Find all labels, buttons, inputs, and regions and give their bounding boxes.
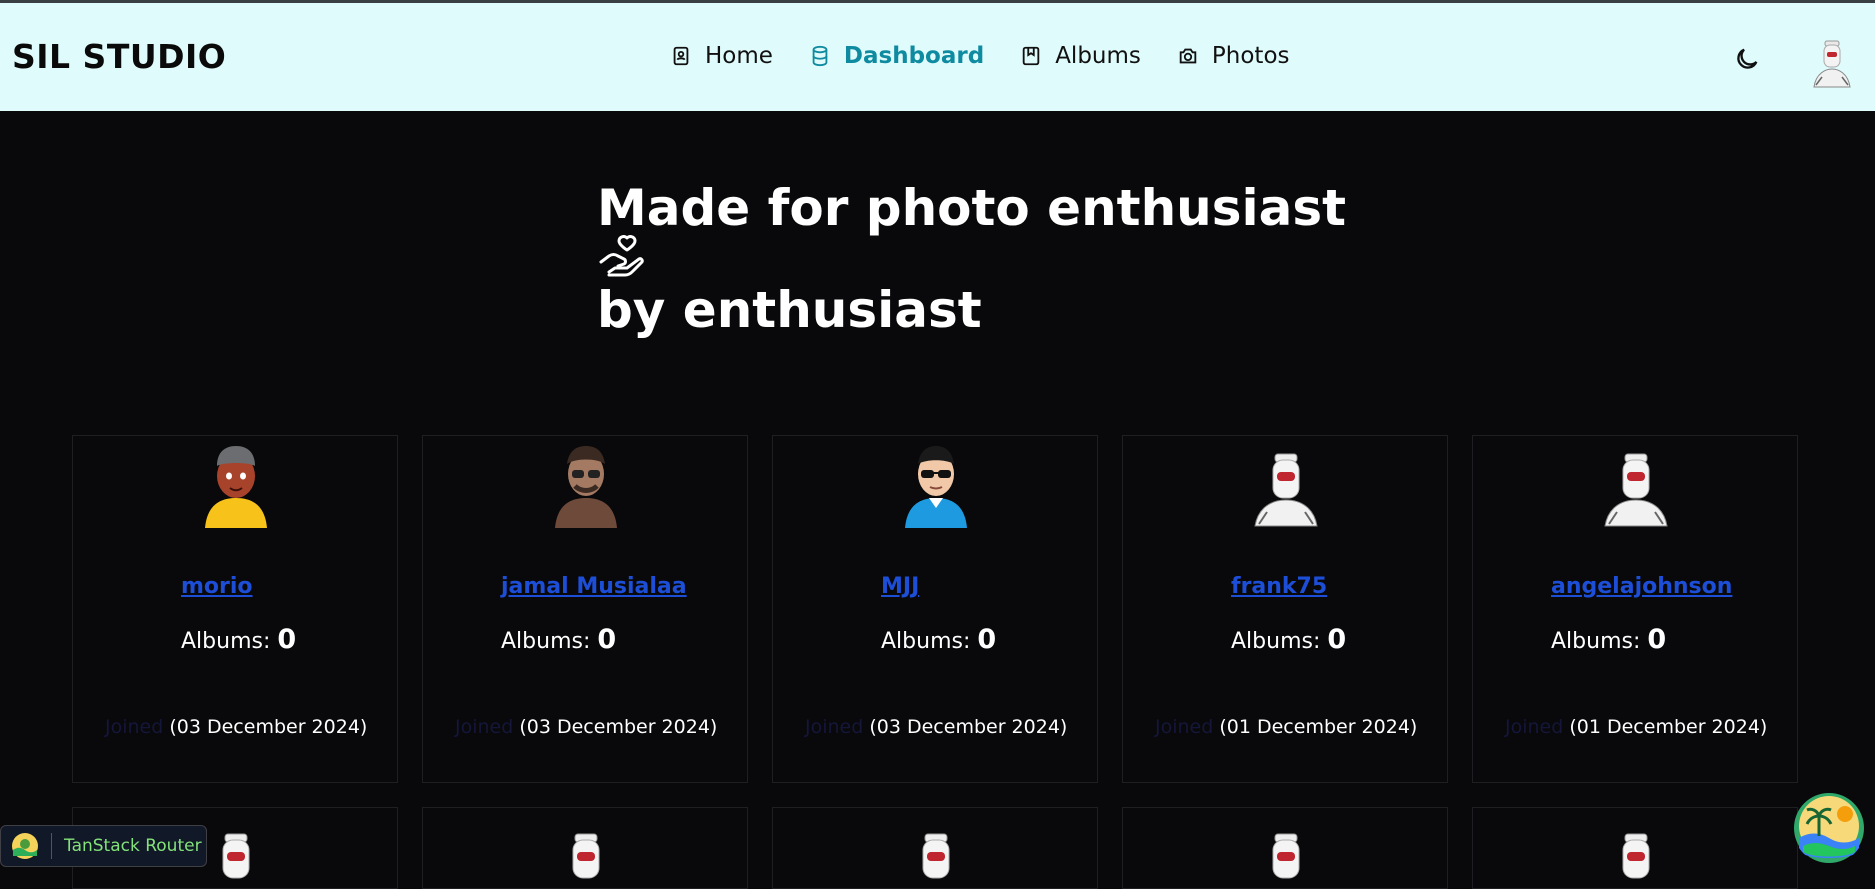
tanstack-devtools-toggle[interactable]: TanStack Router bbox=[0, 825, 207, 867]
moon-icon[interactable] bbox=[1733, 45, 1761, 73]
nav-home-label: Home bbox=[705, 43, 773, 69]
joined-value: (03 December 2024) bbox=[519, 716, 718, 738]
nav-home[interactable]: Home bbox=[670, 43, 773, 69]
nav-albums[interactable]: Albums bbox=[1020, 43, 1141, 69]
joined-date: Joined (01 December 2024) bbox=[1155, 716, 1417, 738]
albums-number: 0 bbox=[597, 624, 617, 655]
user-card bbox=[772, 807, 1098, 889]
albums-count: Albums: 0 bbox=[181, 624, 296, 655]
user-avatar-image bbox=[922, 833, 950, 879]
hero-heading: Made for photo enthusiast by enthusiast bbox=[597, 176, 1346, 342]
albums-count: Albums: 0 bbox=[1551, 624, 1666, 655]
user-card: MJJ Albums: 0 Joined (03 December 2024) bbox=[772, 435, 1098, 783]
joined-date: Joined (01 December 2024) bbox=[1505, 716, 1767, 738]
contact-book-icon bbox=[673, 46, 689, 66]
joined-date: Joined (03 December 2024) bbox=[455, 716, 717, 738]
nav-dashboard-label: Dashboard bbox=[843, 43, 985, 69]
hero-line-1: Made for photo enthusiast bbox=[597, 179, 1347, 237]
user-name-link[interactable]: frank75 bbox=[1231, 574, 1327, 599]
joined-date: Joined (03 December 2024) bbox=[105, 716, 367, 738]
nav-photos-label: Photos bbox=[1211, 43, 1290, 69]
albums-label: Albums: bbox=[1551, 629, 1641, 654]
user-avatar-image bbox=[1272, 833, 1300, 879]
database-icon bbox=[812, 45, 828, 67]
albums-number: 0 bbox=[277, 624, 297, 655]
joined-value: (01 December 2024) bbox=[1219, 716, 1418, 738]
user-avatar-image bbox=[1254, 453, 1318, 527]
bookmark-icon bbox=[1022, 46, 1040, 66]
joined-value: (03 December 2024) bbox=[169, 716, 368, 738]
joined-value: (03 December 2024) bbox=[869, 716, 1068, 738]
user-avatar-image bbox=[555, 446, 617, 528]
joined-date: Joined (03 December 2024) bbox=[805, 716, 1067, 738]
nav-albums-label: Albums bbox=[1055, 43, 1141, 69]
joined-label: Joined bbox=[1155, 716, 1214, 738]
albums-label: Albums: bbox=[1231, 629, 1321, 654]
joined-label: Joined bbox=[805, 716, 864, 738]
albums-number: 0 bbox=[1647, 624, 1667, 655]
user-card bbox=[422, 807, 748, 889]
user-card: angelajohnson Albums: 0 Joined (01 Decem… bbox=[1472, 435, 1798, 783]
joined-label: Joined bbox=[105, 716, 164, 738]
user-card bbox=[1472, 807, 1798, 889]
albums-number: 0 bbox=[1327, 624, 1347, 655]
joined-label: Joined bbox=[1505, 716, 1564, 738]
user-card: morio Albums: 0 Joined (03 December 2024… bbox=[72, 435, 398, 783]
nav-dashboard[interactable]: Dashboard bbox=[809, 43, 984, 69]
user-avatar-image bbox=[905, 446, 967, 528]
user-avatar-image bbox=[572, 833, 600, 879]
user-avatar-image bbox=[205, 446, 267, 528]
user-name-link[interactable]: morio bbox=[181, 574, 253, 599]
joined-value: (01 December 2024) bbox=[1569, 716, 1768, 738]
user-name-link[interactable]: angelajohnson bbox=[1551, 574, 1732, 599]
albums-count: Albums: 0 bbox=[501, 624, 616, 655]
user-card bbox=[1122, 807, 1448, 889]
albums-label: Albums: bbox=[501, 629, 591, 654]
brand-logo[interactable]: SIL STUDIO bbox=[12, 37, 226, 76]
user-cards-grid: morio Albums: 0 Joined (03 December 2024… bbox=[72, 435, 1798, 889]
user-card: frank75 Albums: 0 Joined (01 December 20… bbox=[1122, 435, 1448, 783]
user-avatar-image bbox=[222, 833, 250, 879]
tanstack-logo-icon bbox=[12, 833, 38, 859]
user-avatar-image bbox=[1622, 833, 1650, 879]
top-navbar: SIL STUDIO Home Dashboard Albums Photos bbox=[0, 3, 1875, 111]
user-avatar[interactable] bbox=[1808, 37, 1856, 89]
nav-photos[interactable]: Photos bbox=[1177, 43, 1290, 69]
albums-count: Albums: 0 bbox=[1231, 624, 1346, 655]
tanstack-label: TanStack Router bbox=[64, 836, 202, 856]
user-avatar-image bbox=[1604, 453, 1668, 527]
albums-count: Albums: 0 bbox=[881, 624, 996, 655]
albums-number: 0 bbox=[977, 624, 997, 655]
joined-label: Joined bbox=[455, 716, 514, 738]
albums-label: Albums: bbox=[881, 629, 971, 654]
tanstack-floating-logo-icon[interactable] bbox=[1793, 792, 1865, 864]
camera-icon bbox=[1179, 48, 1197, 64]
hero-line-2: by enthusiast bbox=[597, 281, 982, 339]
user-name-link[interactable]: MJJ bbox=[881, 574, 919, 599]
user-card: jamal Musialaa Albums: 0 Joined (03 Dece… bbox=[422, 435, 748, 783]
main-nav: Home Dashboard Albums Photos bbox=[670, 43, 1290, 69]
divider bbox=[51, 833, 52, 859]
user-name-link[interactable]: jamal Musialaa bbox=[501, 574, 687, 599]
albums-label: Albums: bbox=[181, 629, 271, 654]
